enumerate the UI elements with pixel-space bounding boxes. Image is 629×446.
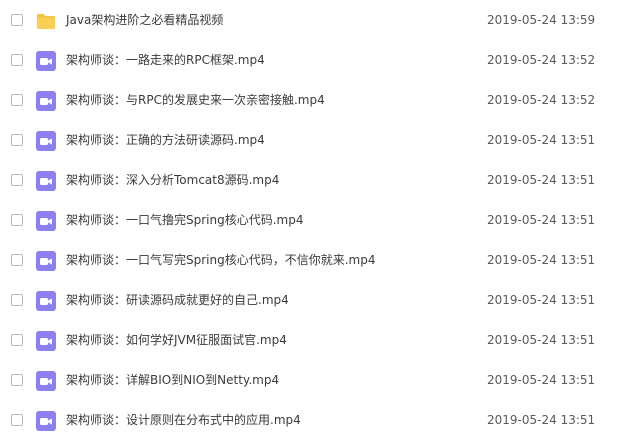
select-checkbox[interactable] xyxy=(11,254,23,266)
select-checkbox[interactable] xyxy=(11,334,23,346)
file-name[interactable]: 架构师谈：如何学好JVM征服面试官.mp4 xyxy=(66,332,287,348)
select-checkbox[interactable] xyxy=(11,14,23,26)
video-file-icon xyxy=(36,411,56,431)
modified-date: 2019-05-24 13:51 xyxy=(487,333,596,347)
video-file-icon xyxy=(36,91,56,111)
file-row[interactable]: 架构师谈：设计原则在分布式中的应用.mp4 2019-05-24 13:51 xyxy=(0,401,629,441)
modified-date: 2019-05-24 13:59 xyxy=(487,13,596,27)
file-name[interactable]: 架构师谈：详解BIO到NIO到Netty.mp4 xyxy=(66,372,279,388)
select-checkbox[interactable] xyxy=(11,134,23,146)
modified-date: 2019-05-24 13:52 xyxy=(487,53,596,67)
modified-date: 2019-05-24 13:51 xyxy=(487,373,596,387)
file-name[interactable]: 架构师谈：正确的方法研读源码.mp4 xyxy=(66,132,265,148)
select-checkbox[interactable] xyxy=(11,214,23,226)
video-file-icon xyxy=(36,171,56,191)
modified-date: 2019-05-24 13:51 xyxy=(487,293,596,307)
modified-date: 2019-05-24 13:51 xyxy=(487,413,596,427)
select-checkbox[interactable] xyxy=(11,94,23,106)
file-row[interactable]: 架构师谈：正确的方法研读源码.mp4 2019-05-24 13:51 xyxy=(0,121,629,161)
select-checkbox[interactable] xyxy=(11,174,23,186)
file-name[interactable]: 架构师谈：与RPC的发展史来一次亲密接触.mp4 xyxy=(66,92,325,108)
select-checkbox[interactable] xyxy=(11,294,23,306)
file-name[interactable]: 架构师谈：一口气撸完Spring核心代码.mp4 xyxy=(66,212,303,228)
file-row[interactable]: 架构师谈：如何学好JVM征服面试官.mp4 2019-05-24 13:51 xyxy=(0,321,629,361)
file-name[interactable]: 架构师谈：深入分析Tomcat8源码.mp4 xyxy=(66,172,279,188)
file-row[interactable]: 架构师谈：一口气写完Spring核心代码，不信你就来.mp4 2019-05-2… xyxy=(0,241,629,281)
video-file-icon xyxy=(36,291,56,311)
file-row[interactable]: 架构师谈：深入分析Tomcat8源码.mp4 2019-05-24 13:51 xyxy=(0,161,629,201)
file-row[interactable]: 架构师谈：研读源码成就更好的自己.mp4 2019-05-24 13:51 xyxy=(0,281,629,321)
modified-date: 2019-05-24 13:51 xyxy=(487,133,596,147)
video-file-icon xyxy=(36,251,56,271)
file-name[interactable]: 架构师谈：设计原则在分布式中的应用.mp4 xyxy=(66,412,301,428)
select-checkbox[interactable] xyxy=(11,54,23,66)
file-row[interactable]: 架构师谈：一路走来的RPC框架.mp4 2019-05-24 13:52 xyxy=(0,41,629,81)
file-row[interactable]: 架构师谈：一口气撸完Spring核心代码.mp4 2019-05-24 13:5… xyxy=(0,201,629,241)
file-row[interactable]: 架构师谈：详解BIO到NIO到Netty.mp4 2019-05-24 13:5… xyxy=(0,361,629,401)
file-name[interactable]: 架构师谈：一口气写完Spring核心代码，不信你就来.mp4 xyxy=(66,252,375,268)
file-name[interactable]: 架构师谈：一路走来的RPC框架.mp4 xyxy=(66,52,265,68)
folder-icon xyxy=(36,11,56,31)
select-checkbox[interactable] xyxy=(11,414,23,426)
file-row[interactable]: 架构师谈：与RPC的发展史来一次亲密接触.mp4 2019-05-24 13:5… xyxy=(0,81,629,121)
file-name[interactable]: 架构师谈：研读源码成就更好的自己.mp4 xyxy=(66,292,289,308)
video-file-icon xyxy=(36,371,56,391)
modified-date: 2019-05-24 13:51 xyxy=(487,253,596,267)
modified-date: 2019-05-24 13:52 xyxy=(487,93,596,107)
video-file-icon xyxy=(36,331,56,351)
video-file-icon xyxy=(36,211,56,231)
select-checkbox[interactable] xyxy=(11,374,23,386)
video-file-icon xyxy=(36,51,56,71)
modified-date: 2019-05-24 13:51 xyxy=(487,173,596,187)
modified-date: 2019-05-24 13:51 xyxy=(487,213,596,227)
file-list: Java架构进阶之必看精品视频 2019-05-24 13:59 架构师谈：一路… xyxy=(0,0,629,446)
file-row-folder[interactable]: Java架构进阶之必看精品视频 2019-05-24 13:59 xyxy=(0,1,629,41)
video-file-icon xyxy=(36,131,56,151)
file-name[interactable]: Java架构进阶之必看精品视频 xyxy=(66,12,223,28)
